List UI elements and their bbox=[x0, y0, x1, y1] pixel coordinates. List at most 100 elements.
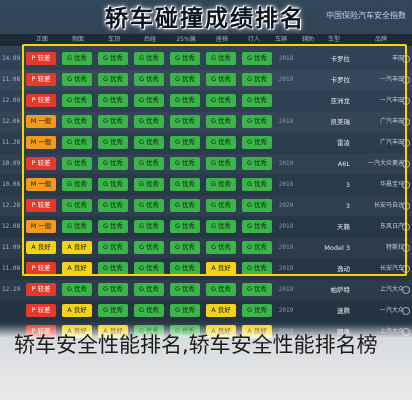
car-model: 速腾 bbox=[337, 307, 350, 315]
row-date: 11.08 bbox=[2, 265, 21, 272]
car-brand: 华晨宝马 bbox=[379, 181, 404, 188]
car-model: 3 bbox=[345, 181, 350, 189]
rating-badge: P 较差 bbox=[26, 283, 56, 296]
rating-cell: G 优秀 bbox=[134, 157, 164, 170]
header-cell: 行人 bbox=[247, 36, 260, 43]
car-model: 亚洲龙 bbox=[330, 97, 351, 105]
brand-logo-icon bbox=[402, 265, 410, 273]
model-year: 2019 bbox=[278, 286, 294, 293]
table-row: 12.08 M 一般 G 优秀 G 优秀 G 优秀 G 优秀 G 优秀 G 优秀 2019 天籁 东… bbox=[0, 217, 412, 237]
row-date: 12.08 bbox=[2, 223, 21, 230]
car-brand: 一汽丰田 bbox=[379, 97, 404, 104]
row-date: 12.29 bbox=[2, 286, 21, 293]
rating-cell: G 优秀 bbox=[134, 115, 164, 128]
rating-cell: G 优秀 bbox=[170, 136, 200, 149]
header-cell: 车辆 bbox=[274, 36, 287, 43]
row-date: 12.06 bbox=[2, 118, 21, 125]
row-date: 11.09 bbox=[2, 244, 21, 251]
header-cell: 车顶 bbox=[107, 36, 120, 43]
source-note: 中国保险汽车安全指数 bbox=[326, 11, 406, 20]
model-year: 2019 bbox=[278, 160, 294, 167]
rating-cell: G 优秀 bbox=[98, 115, 128, 128]
rating-cell: G 优秀 bbox=[242, 136, 272, 149]
car-model: 逸动 bbox=[337, 265, 350, 273]
row-date: 11.28 bbox=[2, 139, 21, 146]
rating-cell: G 优秀 bbox=[242, 73, 272, 86]
rating-cell: G 优秀 bbox=[134, 241, 164, 254]
rating-cell: A 良好 bbox=[206, 262, 236, 275]
model-year: 2018 bbox=[278, 118, 294, 125]
rating-cell: G 优秀 bbox=[134, 199, 164, 212]
rating-cell: G 优秀 bbox=[242, 115, 272, 128]
table-row: 11.08 P 较差 A 良好 G 优秀 G 优秀 G 优秀 A 良好 G 优秀 2019 逸动 长… bbox=[0, 259, 412, 279]
brand-logo-icon bbox=[402, 307, 410, 315]
rating-badge: M 一般 bbox=[26, 115, 56, 128]
car-brand: 一汽丰田 bbox=[379, 76, 404, 83]
table-row: P 较差 A 良好 G 优秀 G 优秀 G 优秀 A 良好 G 优秀 2019 速腾 一汽大众 bbox=[0, 301, 412, 321]
rating-cell: G 优秀 bbox=[206, 52, 236, 65]
brand-logo-icon bbox=[402, 118, 410, 126]
table-row: 12.29 P 较差 G 优秀 G 优秀 G 优秀 G 优秀 G 优秀 G 优秀 2019 帕萨特… bbox=[0, 280, 412, 300]
brand-logo-icon bbox=[402, 223, 410, 231]
rating-cell: G 优秀 bbox=[206, 178, 236, 191]
rating-cell: G 优秀 bbox=[62, 199, 92, 212]
brand-logo-icon bbox=[402, 76, 410, 84]
rating-cell: G 优秀 bbox=[134, 178, 164, 191]
rating-cell: G 优秀 bbox=[170, 73, 200, 86]
rating-cell: G 优秀 bbox=[242, 241, 272, 254]
row-date bbox=[2, 301, 20, 321]
row-date: 11.08 bbox=[2, 76, 21, 83]
car-model: 卡罗拉 bbox=[330, 76, 351, 84]
brand-logo-icon bbox=[402, 160, 410, 168]
brand-logo-icon bbox=[402, 139, 410, 147]
rating-cell: G 优秀 bbox=[170, 283, 200, 296]
rating-badge: M 一般 bbox=[26, 220, 56, 233]
rating-cell: G 优秀 bbox=[170, 178, 200, 191]
rating-cell: G 优秀 bbox=[170, 52, 200, 65]
table-row: 11.09 A 良好 A 良好 G 优秀 G 优秀 G 优秀 G 优秀 G 优秀 2019 Mod… bbox=[0, 238, 412, 258]
rating-cell: A 良好 bbox=[62, 304, 92, 317]
rating-cell: G 优秀 bbox=[170, 157, 200, 170]
car-brand: 长安马自达 bbox=[373, 202, 404, 209]
rating-cell: G 优秀 bbox=[62, 178, 92, 191]
rating-cell: G 优秀 bbox=[98, 199, 128, 212]
rating-cell: G 优秀 bbox=[134, 73, 164, 86]
rating-cell: G 优秀 bbox=[170, 220, 200, 233]
car-brand: 广汽丰田 bbox=[379, 139, 404, 146]
row-date: 12.28 bbox=[2, 202, 21, 209]
rating-cell: G 优秀 bbox=[206, 241, 236, 254]
table-row: 14.09 P 较差 G 优秀 G 优秀 G 优秀 G 优秀 G 优秀 G 优秀 2018 卡罗拉… bbox=[0, 49, 412, 69]
rating-cell: G 优秀 bbox=[62, 52, 92, 65]
brand-logo-icon bbox=[402, 202, 410, 210]
rating-cell: G 优秀 bbox=[206, 199, 236, 212]
model-year: 2019 bbox=[278, 244, 294, 251]
rating-cell: G 优秀 bbox=[62, 94, 92, 107]
table-row: 10.09 P 较差 G 优秀 G 优秀 G 优秀 G 优秀 G 优秀 G 优秀 2019 A6L… bbox=[0, 154, 412, 174]
table-row: 12.09 P 较差 G 优秀 G 优秀 G 优秀 G 优秀 G 优秀 G 优秀 亚洲龙 一汽丰田 bbox=[0, 91, 412, 111]
rating-cell: A 良好 bbox=[62, 241, 92, 254]
rating-badge: P 较差 bbox=[26, 199, 56, 212]
rating-badge: P 较差 bbox=[26, 52, 56, 65]
car-brand: 上汽大众 bbox=[379, 286, 404, 293]
rating-cell: G 优秀 bbox=[134, 94, 164, 107]
rating-badge: P 较差 bbox=[26, 304, 56, 317]
rating-cell: G 优秀 bbox=[242, 283, 272, 296]
brand-logo-icon bbox=[402, 97, 410, 105]
rating-cell: A 良好 bbox=[62, 262, 92, 275]
model-year: 2018 bbox=[278, 55, 294, 62]
brand-logo-icon bbox=[402, 244, 410, 252]
rating-cell: G 优秀 bbox=[134, 136, 164, 149]
model-year: 2020 bbox=[278, 202, 294, 209]
rating-cell: G 优秀 bbox=[242, 304, 272, 317]
rating-cell: G 优秀 bbox=[62, 220, 92, 233]
car-brand: 长安汽车 bbox=[379, 265, 404, 272]
row-date: 12.09 bbox=[2, 97, 21, 104]
rating-cell: G 优秀 bbox=[170, 241, 200, 254]
rating-cell: G 优秀 bbox=[134, 304, 164, 317]
table-row: 11.08 P 较差 G 优秀 G 优秀 G 优秀 G 优秀 G 优秀 G 优秀 2019 卡罗拉… bbox=[0, 70, 412, 90]
car-model: 3 bbox=[345, 202, 350, 210]
rating-badge: P 较差 bbox=[26, 73, 56, 86]
rating-cell: G 优秀 bbox=[242, 199, 272, 212]
model-year bbox=[274, 91, 298, 111]
brand-logo-icon bbox=[402, 286, 410, 294]
